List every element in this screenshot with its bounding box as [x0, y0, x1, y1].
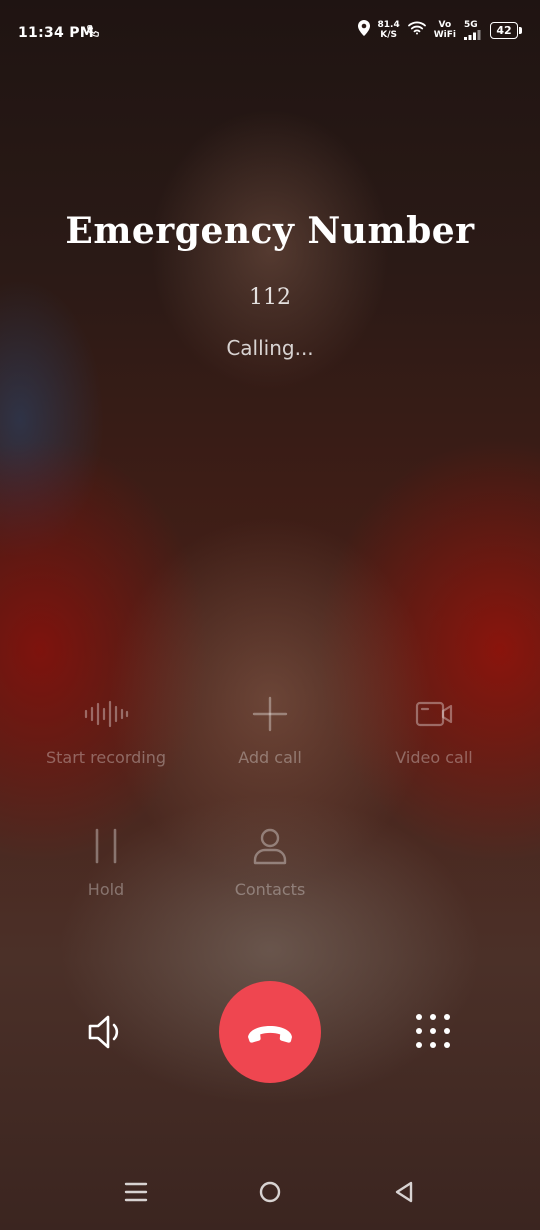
wifi-icon — [407, 21, 426, 39]
speaker-icon — [88, 1015, 119, 1049]
start-recording-button[interactable]: Start recording — [16, 692, 196, 767]
ongoing-call-icon — [86, 24, 100, 42]
mobile-signal: 5G — [464, 19, 482, 40]
back-icon — [395, 1181, 413, 1203]
signal-bars-icon — [464, 29, 481, 40]
home-icon — [259, 1181, 281, 1203]
pause-icon — [93, 824, 119, 868]
video-camera-icon — [415, 692, 453, 736]
battery-level: 42 — [496, 23, 512, 37]
network-type: 5G — [464, 19, 478, 30]
vo-label: Vo — [438, 20, 452, 30]
video-call-button[interactable]: Video call — [344, 692, 524, 767]
call-status: Calling... — [226, 336, 314, 360]
caller-number: 112 — [249, 285, 291, 310]
wifi-label: WiFi — [433, 30, 456, 40]
start-recording-label: Start recording — [45, 748, 167, 767]
phone-hangup-icon — [248, 1026, 292, 1043]
dialpad-button[interactable] — [414, 1012, 452, 1054]
contacts-button[interactable]: Contacts — [180, 824, 360, 899]
plus-icon — [252, 692, 288, 736]
add-call-button[interactable]: Add call — [180, 692, 360, 767]
contacts-label: Contacts — [234, 880, 306, 899]
status-time: 11:34 PM — [18, 25, 95, 41]
battery-indicator: 42 — [490, 21, 522, 39]
recent-apps-button[interactable] — [124, 1180, 148, 1208]
status-icons: 81.4 K/S Vo WiFi 5G 42 — [357, 19, 522, 40]
vowifi-indicator: Vo WiFi — [434, 20, 456, 40]
add-call-label: Add call — [238, 748, 302, 767]
caller-name: Emergency Number — [65, 210, 475, 252]
waveform-icon — [83, 692, 129, 736]
network-speed-value: 81.4 — [377, 20, 400, 30]
status-bar: 11:34 PM 81.4 K/S Vo WiFi 5G 42 — [0, 0, 540, 68]
menu-icon — [124, 1182, 148, 1202]
network-speed-unit: K/S — [380, 30, 398, 40]
hold-label: Hold — [87, 880, 125, 899]
person-icon — [252, 824, 288, 868]
video-call-label: Video call — [395, 748, 473, 767]
dialpad-icon — [416, 1014, 450, 1048]
location-icon — [357, 20, 370, 40]
navigation-bar — [0, 1180, 540, 1220]
network-speed: 81.4 K/S — [378, 20, 400, 40]
end-call-button[interactable] — [219, 981, 321, 1083]
hold-button[interactable]: Hold — [16, 824, 196, 899]
speaker-button[interactable] — [86, 1012, 126, 1056]
home-button[interactable] — [258, 1180, 282, 1208]
back-button[interactable] — [392, 1180, 416, 1208]
